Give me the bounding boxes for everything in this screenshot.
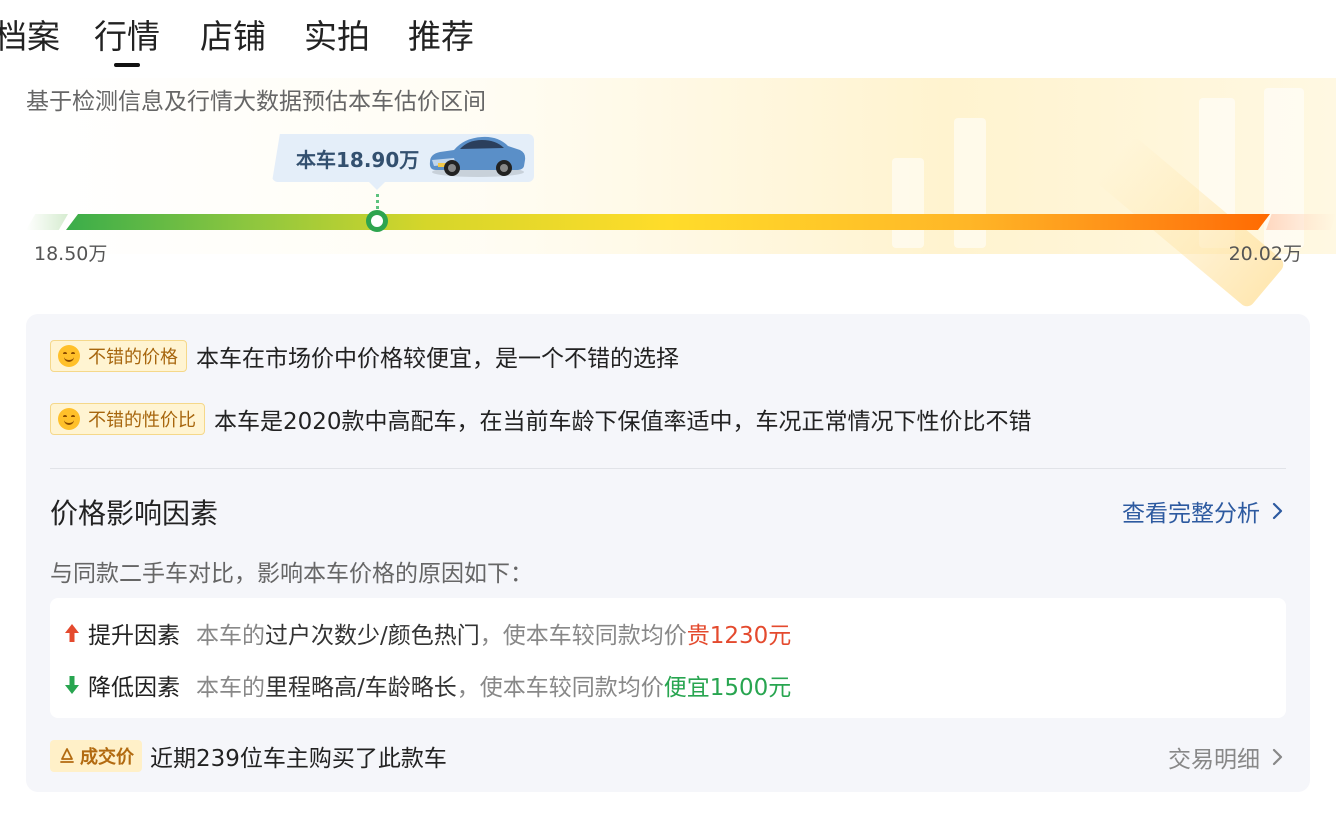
arrow-down-icon	[65, 676, 79, 694]
tab-archive[interactable]: 档案	[0, 14, 60, 60]
verdict-badge-label: 不错的价格	[88, 347, 178, 368]
factor-row-up: 提升因素 本车的 过户次数少/颜色热门 ，使本车较同款均价 贵1230元	[64, 616, 791, 650]
deal-price-icon	[60, 748, 74, 763]
verdict-row: 不错的性价比 本车是2020款中高配车，在当前车龄下保值率适中，车况正常情况下性…	[50, 402, 1032, 436]
factor-prefix: 本车的	[196, 623, 265, 649]
chevron-right-icon	[1272, 748, 1283, 766]
range-bar-fade-right	[1266, 214, 1336, 230]
range-max-label: 20.02万	[1228, 243, 1302, 265]
verdict-badge: 不错的价格	[50, 340, 187, 372]
estimate-subtitle: 基于检测信息及行情大数据预估本车估价区间	[26, 89, 486, 115]
deal-price-row: 成交价 近期239位车主购买了此款车	[50, 739, 447, 773]
range-min-label: 18.50万	[34, 243, 108, 265]
factor-list: 提升因素 本车的 过户次数少/颜色热门 ，使本车较同款均价 贵1230元 降低因…	[50, 598, 1286, 718]
current-price-label: 本车18.90万	[296, 148, 420, 172]
tab-photos[interactable]: 实拍	[304, 14, 370, 60]
tab-market[interactable]: 行情	[94, 14, 160, 67]
factor-row-down: 降低因素 本车的 里程略高/车龄略长 ，使本车较同款均价 便宜1500元	[64, 668, 791, 702]
chevron-right-icon	[1272, 502, 1283, 520]
arrow-up-icon	[65, 624, 79, 642]
price-tag-pointer	[368, 181, 386, 190]
verdict-badge: 不错的性价比	[50, 403, 205, 435]
factor-effect: 便宜1500元	[663, 675, 792, 701]
factor-reasons: 里程略高/车龄略长	[265, 675, 457, 701]
transaction-details-label: 交易明细	[1168, 747, 1260, 773]
factor-reasons: 过户次数少/颜色热门	[265, 623, 480, 649]
factor-label: 降低因素	[88, 675, 180, 701]
full-analysis-label: 查看完整分析	[1122, 501, 1260, 527]
verdict-badge-label: 不错的性价比	[88, 410, 196, 431]
divider	[50, 468, 1286, 469]
price-analysis-card: 不错的价格 本车在市场价中价格较便宜，是一个不错的选择 不错的性价比 本车是20…	[26, 314, 1310, 792]
decorative-bar	[892, 158, 924, 248]
tab-store[interactable]: 店铺	[200, 14, 266, 60]
factor-label: 提升因素	[88, 623, 180, 649]
smiley-icon	[58, 345, 80, 367]
transaction-details-link[interactable]: 交易明细	[1168, 740, 1286, 774]
factor-middle: ，使本车较同款均价	[456, 675, 664, 701]
current-price-marker	[366, 210, 388, 232]
price-range-bar	[66, 214, 1270, 230]
car-image	[429, 136, 526, 177]
factor-middle: ，使本车较同款均价	[479, 623, 687, 649]
factors-title: 价格影响因素	[50, 497, 219, 530]
page: 档案 行情 店铺 实拍 推荐 基于检测信息及行情大数据预估本车估价区间 本车18…	[0, 0, 1336, 818]
verdict-row: 不错的价格 本车在市场价中价格较便宜，是一个不错的选择	[50, 339, 679, 373]
factors-description: 与同款二手车对比，影响本车价格的原因如下：	[50, 561, 533, 587]
verdict-text: 本车在市场价中价格较便宜，是一个不错的选择	[196, 346, 679, 372]
deal-price-badge: 成交价	[50, 740, 142, 772]
deal-price-text: 近期239位车主购买了此款车	[150, 746, 447, 772]
deal-price-badge-label: 成交价	[80, 747, 134, 768]
tab-recommend[interactable]: 推荐	[408, 14, 474, 60]
smiley-icon	[58, 408, 80, 430]
factor-prefix: 本车的	[196, 675, 265, 701]
factor-effect: 贵1230元	[686, 623, 792, 649]
full-analysis-link[interactable]: 查看完整分析	[1122, 494, 1286, 528]
verdict-text: 本车是2020款中高配车，在当前车龄下保值率适中，车况正常情况下性价比不错	[214, 409, 1032, 435]
